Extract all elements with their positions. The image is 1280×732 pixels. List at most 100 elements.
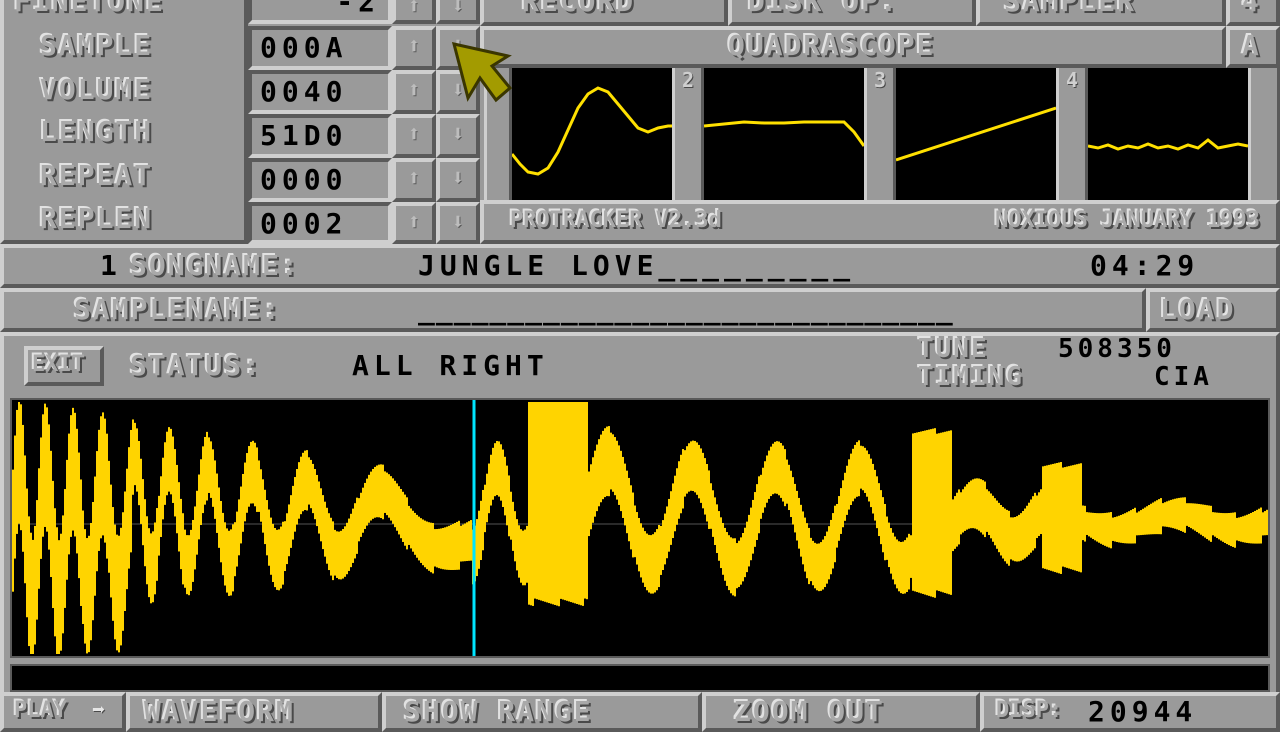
- waveform-slice: [330, 517, 332, 576]
- waveform-slice: [590, 464, 592, 530]
- scope-channel-2-number: 2: [681, 68, 695, 92]
- waveform-slice: [546, 402, 548, 603]
- play-button[interactable]: PLAY ➡: [0, 692, 126, 732]
- waveform-slice: [1244, 515, 1246, 543]
- waveform-slice: [802, 511, 804, 565]
- waveform-button[interactable]: WAVEFORM: [126, 692, 382, 732]
- waveform-slice: [788, 464, 790, 511]
- waveform-slice: [904, 540, 906, 594]
- waveform-slice: [892, 532, 894, 580]
- waveform-slice: [524, 529, 526, 586]
- record-button[interactable]: RECORD: [480, 0, 728, 26]
- repeat-value-box[interactable]: 0000: [248, 158, 392, 202]
- waveform-slice: [1114, 517, 1116, 542]
- replen-value-box[interactable]: 0002: [248, 202, 392, 244]
- waveform-slice: [670, 491, 672, 545]
- waveform-slice: [370, 471, 372, 521]
- waveform-slice: [680, 454, 682, 514]
- zoom-out-label: ZOOM OUT: [734, 695, 885, 728]
- waveform-slice: [804, 517, 806, 572]
- waveform-slice: [664, 513, 666, 565]
- quadrascope-mode-button[interactable]: A: [1226, 26, 1280, 68]
- waveform-slice: [758, 476, 760, 534]
- waveform-slice: [814, 542, 816, 589]
- length-up-button[interactable]: ⬆: [392, 114, 436, 158]
- extra-button[interactable]: 4: [1226, 0, 1280, 26]
- waveform-slice: [1058, 462, 1060, 574]
- waveform-slice: [362, 487, 364, 533]
- waveform-slice: [704, 458, 706, 515]
- waveform-slice: [166, 431, 168, 496]
- waveform-slice: [716, 504, 718, 554]
- waveform-slice: [404, 494, 406, 546]
- waveform-slice: [650, 535, 652, 594]
- waveform-slice: [1176, 498, 1178, 530]
- repeat-up-button[interactable]: ⬆: [392, 158, 436, 202]
- waveform-slice: [108, 460, 110, 573]
- waveform-slice: [854, 444, 856, 499]
- exit-button[interactable]: EXIT: [24, 346, 104, 386]
- waveform-slice: [910, 535, 912, 578]
- waveform-slice: [1106, 512, 1108, 547]
- waveform-slice: [172, 436, 174, 503]
- show-range-button[interactable]: SHOW RANGE: [382, 692, 702, 732]
- replen-down-button[interactable]: ⬇: [436, 202, 480, 244]
- waveform-slice: [890, 528, 892, 574]
- waveform-slice: [424, 520, 426, 568]
- waveform-slice: [1170, 499, 1172, 528]
- waveform-slice: [950, 430, 952, 595]
- waveform-slice: [1234, 512, 1236, 548]
- waveform-scrollbar[interactable]: [10, 664, 1270, 692]
- volume-value-box[interactable]: 0040: [248, 70, 392, 114]
- disk-op-button[interactable]: DISK OP.: [728, 0, 976, 26]
- samplename-input[interactable]: ______________________________: [418, 292, 954, 328]
- volume-up-button[interactable]: ⬆: [392, 70, 436, 114]
- waveform-slice: [334, 529, 336, 576]
- songname-input[interactable]: JUNGLE LOVE_________: [418, 248, 855, 284]
- waveform-slice: [1112, 517, 1114, 541]
- length-down-button[interactable]: ⬇: [436, 114, 480, 158]
- waveform-slice: [284, 521, 286, 572]
- waveform-slice: [1078, 463, 1080, 572]
- sample-value-box[interactable]: 000A: [248, 26, 392, 70]
- waveform-slice: [1224, 513, 1226, 543]
- waveform-slice: [74, 412, 76, 537]
- waveform-slice: [184, 529, 186, 588]
- waveform-slice: [1064, 467, 1066, 568]
- waveform-slice: [422, 519, 424, 566]
- waveform-slice: [412, 510, 414, 552]
- waveform-slice: [300, 456, 302, 515]
- waveform-slice: [1128, 511, 1130, 544]
- volume-value: 0040: [260, 75, 348, 108]
- sample-up-button[interactable]: ⬆: [392, 26, 436, 70]
- waveform-display[interactable]: [10, 398, 1270, 658]
- finetone-value-box[interactable]: -2: [248, 0, 392, 24]
- waveform-slice: [608, 426, 610, 497]
- waveform-slice: [808, 527, 810, 585]
- load-button[interactable]: LOAD: [1146, 288, 1280, 332]
- length-value-box[interactable]: 51D0: [248, 114, 392, 158]
- waveform-slice: [1144, 507, 1146, 535]
- waveform-slice: [1262, 512, 1264, 536]
- waveform-slice: [1072, 465, 1074, 570]
- replen-up-button[interactable]: ⬆: [392, 202, 436, 244]
- waveform-slice: [938, 433, 940, 592]
- waveform-slice: [836, 503, 838, 548]
- waveform-slice: [226, 528, 228, 593]
- waveform-slice: [1160, 498, 1162, 535]
- waveform-slice: [866, 450, 868, 497]
- finetone-up-button[interactable]: ⬆: [392, 0, 436, 24]
- finetone-down-button[interactable]: ⬇: [436, 0, 480, 24]
- waveform-slice: [66, 459, 68, 580]
- sampler-button[interactable]: SAMPLER: [976, 0, 1226, 26]
- waveform-slice: [694, 440, 696, 493]
- repeat-down-button[interactable]: ⬇: [436, 158, 480, 202]
- waveform-slice: [312, 463, 314, 514]
- waveform-slice: [548, 402, 550, 604]
- waveform-slice: [468, 521, 470, 561]
- waveform-slice: [1004, 508, 1006, 562]
- waveform-slice: [196, 490, 198, 555]
- quadrascope-mode-label: A: [1242, 29, 1261, 62]
- zoom-out-button[interactable]: ZOOM OUT: [702, 692, 980, 732]
- waveform-slice: [572, 402, 574, 603]
